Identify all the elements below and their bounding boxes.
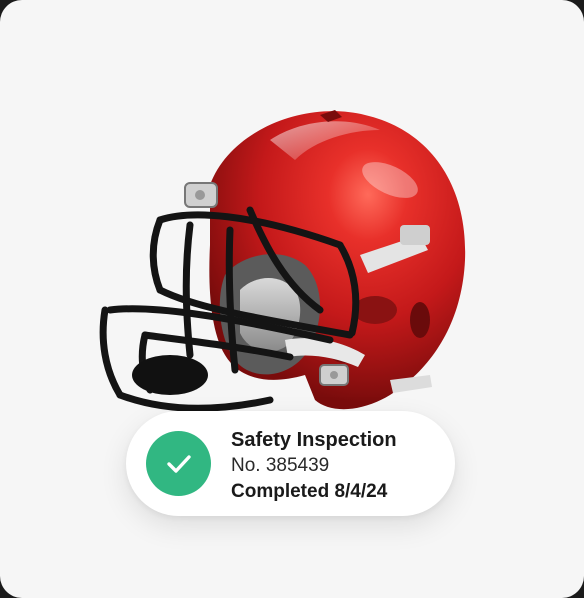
badge-text-block: Safety Inspection No. 385439 Completed 8… — [231, 427, 397, 505]
inspection-number: No. 385439 — [231, 455, 330, 476]
inspection-status-badge: Safety Inspection No. 385439 Completed 8… — [126, 411, 455, 516]
inspection-title: Safety Inspection — [231, 429, 397, 451]
completion-date: Completed 8/4/24 — [231, 481, 388, 502]
check-icon — [146, 431, 211, 496]
football-helmet-image — [99, 110, 466, 412]
inspection-card: Safety Inspection No. 385439 Completed 8… — [0, 0, 584, 598]
